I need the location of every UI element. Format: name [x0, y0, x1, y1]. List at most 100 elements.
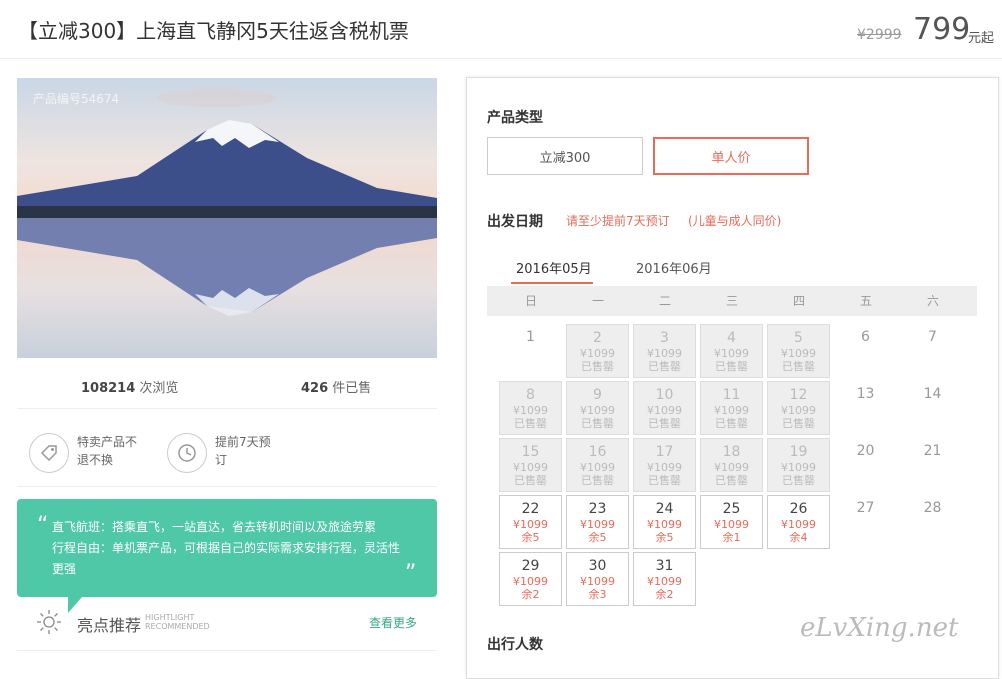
day-status: 余1 [722, 531, 741, 544]
day-number: 1 [526, 329, 535, 345]
open-quote-icon: “ [37, 513, 49, 538]
close-quote-icon: ” [405, 561, 417, 586]
calendar-day-16: 16 ¥1099 已售罄 [566, 438, 629, 492]
day-status: 余5 [655, 531, 674, 544]
views-count: 108214 [81, 381, 136, 396]
original-price: ¥2999 [857, 27, 902, 43]
highlight-line: 行程自由：单机票产品，可根据自己的实际需求安排行程，灵活性 [52, 541, 401, 555]
calendar-day-14: 14 [901, 381, 964, 435]
bubble-tail [68, 597, 82, 613]
calendar-day-3: 3 ¥1099 已售罄 [633, 324, 696, 378]
product-stats: 108214 次浏览 426 件已售 [17, 368, 437, 409]
day-price: ¥1099 [580, 347, 615, 360]
price-note: (儿童与成人同价) [688, 214, 782, 228]
tag-icon [29, 433, 69, 473]
calendar-day-31[interactable]: 31 ¥1099 余2 [633, 552, 696, 606]
day-status: 已售罄 [715, 474, 748, 487]
feature-no-refund: 特卖产品不退不换 [29, 433, 143, 473]
sold-stat: 426 件已售 [301, 377, 371, 396]
day-number: 14 [923, 386, 942, 402]
calendar-day-22[interactable]: 22 ¥1099 余5 [499, 495, 562, 549]
divider [17, 650, 437, 651]
day-status: 已售罄 [514, 417, 547, 430]
day-number: 29 [521, 558, 540, 574]
day-number: 2 [593, 330, 602, 346]
day-price: ¥1099 [647, 347, 682, 360]
day-number: 19 [789, 444, 808, 460]
calendar-day-29[interactable]: 29 ¥1099 余2 [499, 552, 562, 606]
calendar-day-19: 19 ¥1099 已售罄 [767, 438, 830, 492]
calendar-day-8: 8 ¥1099 已售罄 [499, 381, 562, 435]
subtitle-line: HIGHTLIGHT [145, 613, 195, 622]
calendar-day-4: 4 ¥1099 已售罄 [700, 324, 763, 378]
type-option-single[interactable]: 单人价 [653, 137, 809, 175]
type-option-discount[interactable]: 立减300 [487, 137, 643, 175]
day-price: ¥1099 [580, 404, 615, 417]
weekday-label: 一 [591, 294, 604, 308]
day-price: ¥1099 [513, 461, 548, 474]
calendar-day-26[interactable]: 26 ¥1099 余4 [767, 495, 830, 549]
day-number: 17 [655, 444, 674, 460]
calendar-day-23[interactable]: 23 ¥1099 余5 [566, 495, 629, 549]
price-unit: 元起 [968, 31, 995, 46]
highlight-line: 更强 [52, 562, 77, 576]
day-price: ¥1099 [714, 518, 749, 531]
day-status: 余3 [588, 588, 607, 601]
views-stat: 108214 次浏览 [81, 377, 178, 396]
weekday-label: 二 [658, 294, 671, 308]
calendar-day-30[interactable]: 30 ¥1099 余3 [566, 552, 629, 606]
day-price: ¥1099 [647, 518, 682, 531]
day-status: 余5 [521, 531, 540, 544]
feature-text: 特卖产品不退不换 [77, 435, 138, 467]
view-more-link[interactable]: 查看更多 [369, 614, 417, 631]
calendar-day-17: 17 ¥1099 已售罄 [633, 438, 696, 492]
day-status: 已售罄 [715, 360, 748, 373]
day-status: 已售罄 [782, 417, 815, 430]
product-code: 产品编号54674 [33, 92, 120, 106]
product-photo[interactable] [17, 78, 437, 358]
highlight-title: 亮点推荐 [77, 616, 142, 635]
day-status: 已售罄 [715, 417, 748, 430]
day-status: 余5 [588, 531, 607, 544]
weekday-label: 五 [859, 294, 872, 308]
calendar-day-18: 18 ¥1099 已售罄 [700, 438, 763, 492]
highlight-subtitle: HIGHTLIGHT RECOMMENDED [145, 613, 210, 631]
calendar-day-25[interactable]: 25 ¥1099 余1 [700, 495, 763, 549]
day-status: 余2 [655, 588, 674, 601]
clock-icon [167, 433, 207, 473]
day-status: 已售罄 [514, 474, 547, 487]
day-number: 5 [794, 330, 803, 346]
calendar-day-20: 20 [834, 438, 897, 492]
day-number: 9 [593, 387, 602, 403]
day-price: ¥1099 [513, 575, 548, 588]
calendar-day-6: 6 [834, 324, 897, 378]
day-price: ¥1099 [513, 404, 548, 417]
calendar-day-15: 15 ¥1099 已售罄 [499, 438, 562, 492]
day-status: 已售罄 [782, 360, 815, 373]
day-status: 余2 [521, 588, 540, 601]
calendar-day-12: 12 ¥1099 已售罄 [767, 381, 830, 435]
day-price: ¥1099 [513, 518, 548, 531]
sun-icon [36, 609, 62, 639]
tab-month-may[interactable]: 2016年05月 [516, 258, 592, 277]
day-number: 11 [722, 387, 741, 403]
active-tab-indicator [511, 282, 593, 284]
mount-fuji-image [17, 78, 437, 358]
tab-month-june[interactable]: 2016年06月 [636, 258, 712, 277]
site-watermark: eLvXing.net [800, 613, 959, 643]
calendar-day-10: 10 ¥1099 已售罄 [633, 381, 696, 435]
feature-text: 提前7天预订 [215, 435, 271, 467]
day-status: 已售罄 [648, 417, 681, 430]
day-number: 30 [588, 558, 607, 574]
day-status: 已售罄 [581, 360, 614, 373]
day-number: 7 [928, 329, 937, 345]
weekday-label: 三 [725, 294, 738, 308]
calendar-day-5: 5 ¥1099 已售罄 [767, 324, 830, 378]
calendar-day-24[interactable]: 24 ¥1099 余5 [633, 495, 696, 549]
day-number: 13 [856, 386, 875, 402]
day-price: ¥1099 [647, 404, 682, 417]
calendar-day-28: 28 [901, 495, 964, 549]
calendar-day-7: 7 [901, 324, 964, 378]
weekday-label: 四 [792, 294, 805, 308]
calendar-day-21: 21 [901, 438, 964, 492]
